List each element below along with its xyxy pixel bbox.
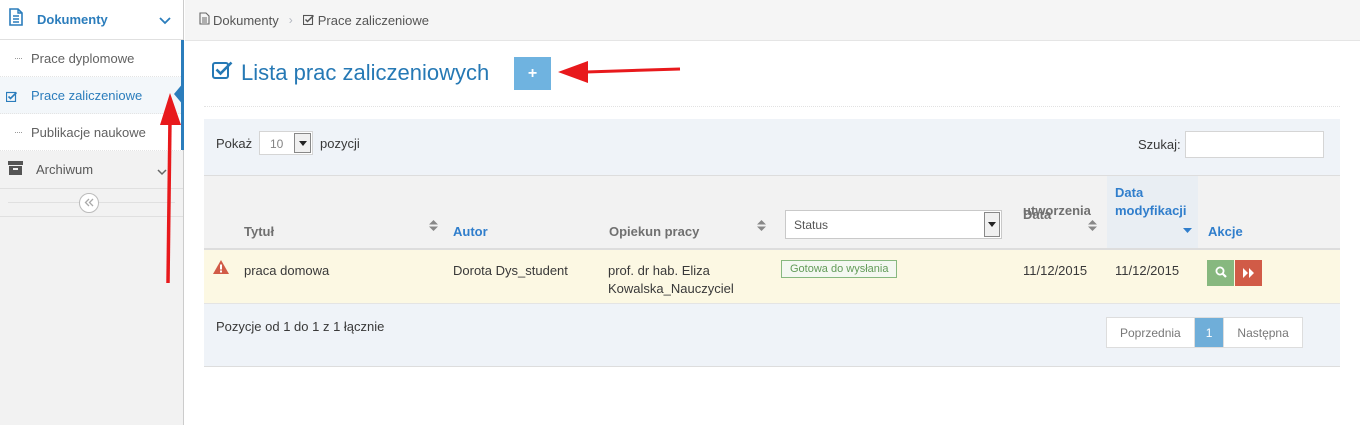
page-title-text: Lista prac zaliczeniowych xyxy=(241,60,490,85)
data-table-wrapper: Pokaż 10 pozycji Szukaj: Tytuł Autor Opi… xyxy=(204,119,1340,367)
column-header-supervisor[interactable]: Opiekun pracy xyxy=(609,224,699,239)
checkbox-icon xyxy=(302,13,318,28)
sort-desc-icon[interactable] xyxy=(1183,220,1192,238)
sidebar: Dokumenty Prace dyplomowe Prace zaliczen… xyxy=(0,0,184,425)
double-chevron-left-icon xyxy=(84,194,94,212)
page-length-select[interactable]: 10 xyxy=(259,131,313,155)
breadcrumb-item-dokumenty[interactable]: Dokumenty xyxy=(199,12,279,28)
fast-forward-icon xyxy=(1242,266,1255,281)
breadcrumb-separator-icon: › xyxy=(288,13,293,27)
checkbox-icon xyxy=(5,90,18,105)
status-badge: Gotowa do wysłania xyxy=(781,260,898,278)
sidebar-section-archiwum[interactable]: Archiwum xyxy=(0,151,183,189)
pagination-prev[interactable]: Poprzednia xyxy=(1107,318,1195,347)
sidebar-item-label: Publikacje naukowe xyxy=(31,124,146,140)
search-label: Szukaj: xyxy=(1138,137,1181,152)
breadcrumb-item-prace-zaliczeniowe: Prace zaliczeniowe xyxy=(302,12,430,28)
sidebar-item-prace-dyplomowe[interactable]: Prace dyplomowe xyxy=(0,40,183,77)
search-input[interactable] xyxy=(1185,131,1324,158)
cell-modified: 11/12/2015 xyxy=(1115,263,1180,278)
column-header-modified-line1[interactable]: Data xyxy=(1115,185,1143,200)
sidebar-item-prace-zaliczeniowe[interactable]: Prace zaliczeniowe xyxy=(0,77,183,114)
pagination-page-current[interactable]: 1 xyxy=(1194,318,1225,347)
length-suffix: pozycji xyxy=(320,136,360,151)
cell-author: Dorota Dys_student xyxy=(453,263,568,278)
page-header: Lista prac zaliczeniowych + xyxy=(204,41,1340,107)
file-icon xyxy=(199,12,213,28)
status-filter-value: Status xyxy=(794,218,829,232)
tree-line xyxy=(15,132,22,133)
supervisor-line1: prof. dr hab. Eliza xyxy=(608,263,710,278)
table-info: Pozycje od 1 do 1 z 1 łącznie xyxy=(216,319,385,334)
column-header-created-line2[interactable]: utworzenia xyxy=(1023,203,1091,218)
chevron-down-icon xyxy=(157,164,167,179)
sidebar-section-label: Archiwum xyxy=(36,162,94,177)
archive-icon xyxy=(8,161,23,178)
cell-title: praca domowa xyxy=(244,263,330,278)
page-title: Lista prac zaliczeniowych xyxy=(212,60,489,86)
table-toolbar: Pokaż 10 pozycji Szukaj: xyxy=(204,119,1340,176)
caret-down-icon xyxy=(294,133,311,153)
column-header-author[interactable]: Autor xyxy=(453,224,488,239)
sidebar-item-label: Prace zaliczeniowe xyxy=(31,87,143,103)
breadcrumb: Dokumenty › Prace zaliczeniowe xyxy=(185,0,1360,41)
caret-down-icon xyxy=(984,212,1000,237)
table-row[interactable]: praca domowa Dorota Dys_student prof. dr… xyxy=(204,250,1340,304)
length-label: Pokaż xyxy=(216,136,253,151)
page-length-value: 10 xyxy=(270,137,284,151)
sidebar-collapse-row xyxy=(0,189,183,217)
sort-icon[interactable] xyxy=(1088,218,1097,236)
view-button[interactable] xyxy=(1207,260,1234,286)
pagination-next[interactable]: Następna xyxy=(1224,318,1301,347)
pagination: Poprzednia 1 Następna xyxy=(1106,317,1303,348)
add-button[interactable]: + xyxy=(514,57,551,90)
tree-line xyxy=(15,58,22,59)
sidebar-item-label: Prace dyplomowe xyxy=(31,50,135,66)
sidebar-submenu: Prace dyplomowe Prace zaliczeniowe Publi… xyxy=(0,40,183,151)
warning-icon xyxy=(213,260,229,277)
sidebar-item-publikacje-naukowe[interactable]: Publikacje naukowe xyxy=(0,114,183,151)
sidebar-collapse-button[interactable] xyxy=(79,193,99,213)
chevron-down-icon xyxy=(159,13,171,31)
sort-icon[interactable] xyxy=(757,218,766,236)
column-header-modified-line2[interactable]: modyfikacji xyxy=(1115,203,1187,218)
table-footer: Pozycje od 1 do 1 z 1 łącznie Poprzednia… xyxy=(204,305,1340,367)
status-filter-select[interactable]: Status xyxy=(785,210,1002,239)
breadcrumb-label: Prace zaliczeniowe xyxy=(317,12,430,28)
sort-icon[interactable] xyxy=(429,218,438,236)
app-root: Dokumenty Prace dyplomowe Prace zaliczen… xyxy=(0,0,1360,425)
column-header-title[interactable]: Tytuł xyxy=(244,224,274,239)
breadcrumb-label: Dokumenty xyxy=(213,12,279,28)
table-header: Tytuł Autor Opiekun pracy Status Data ut… xyxy=(204,176,1340,250)
active-indicator-arrow xyxy=(174,82,184,106)
send-button[interactable] xyxy=(1235,260,1262,286)
cell-created: 11/12/2015 xyxy=(1023,263,1088,278)
column-header-actions: Akcje xyxy=(1208,224,1243,239)
supervisor-line2: Kowalska_Nauczyciel xyxy=(608,281,734,296)
document-icon xyxy=(8,8,24,31)
checkbox-icon xyxy=(212,60,241,86)
search-icon xyxy=(1215,266,1227,281)
cell-supervisor: prof. dr hab. Eliza Kowalska_Nauczyciel xyxy=(608,262,734,298)
sidebar-section-label: Dokumenty xyxy=(37,12,108,27)
sidebar-section-dokumenty[interactable]: Dokumenty xyxy=(0,0,183,40)
